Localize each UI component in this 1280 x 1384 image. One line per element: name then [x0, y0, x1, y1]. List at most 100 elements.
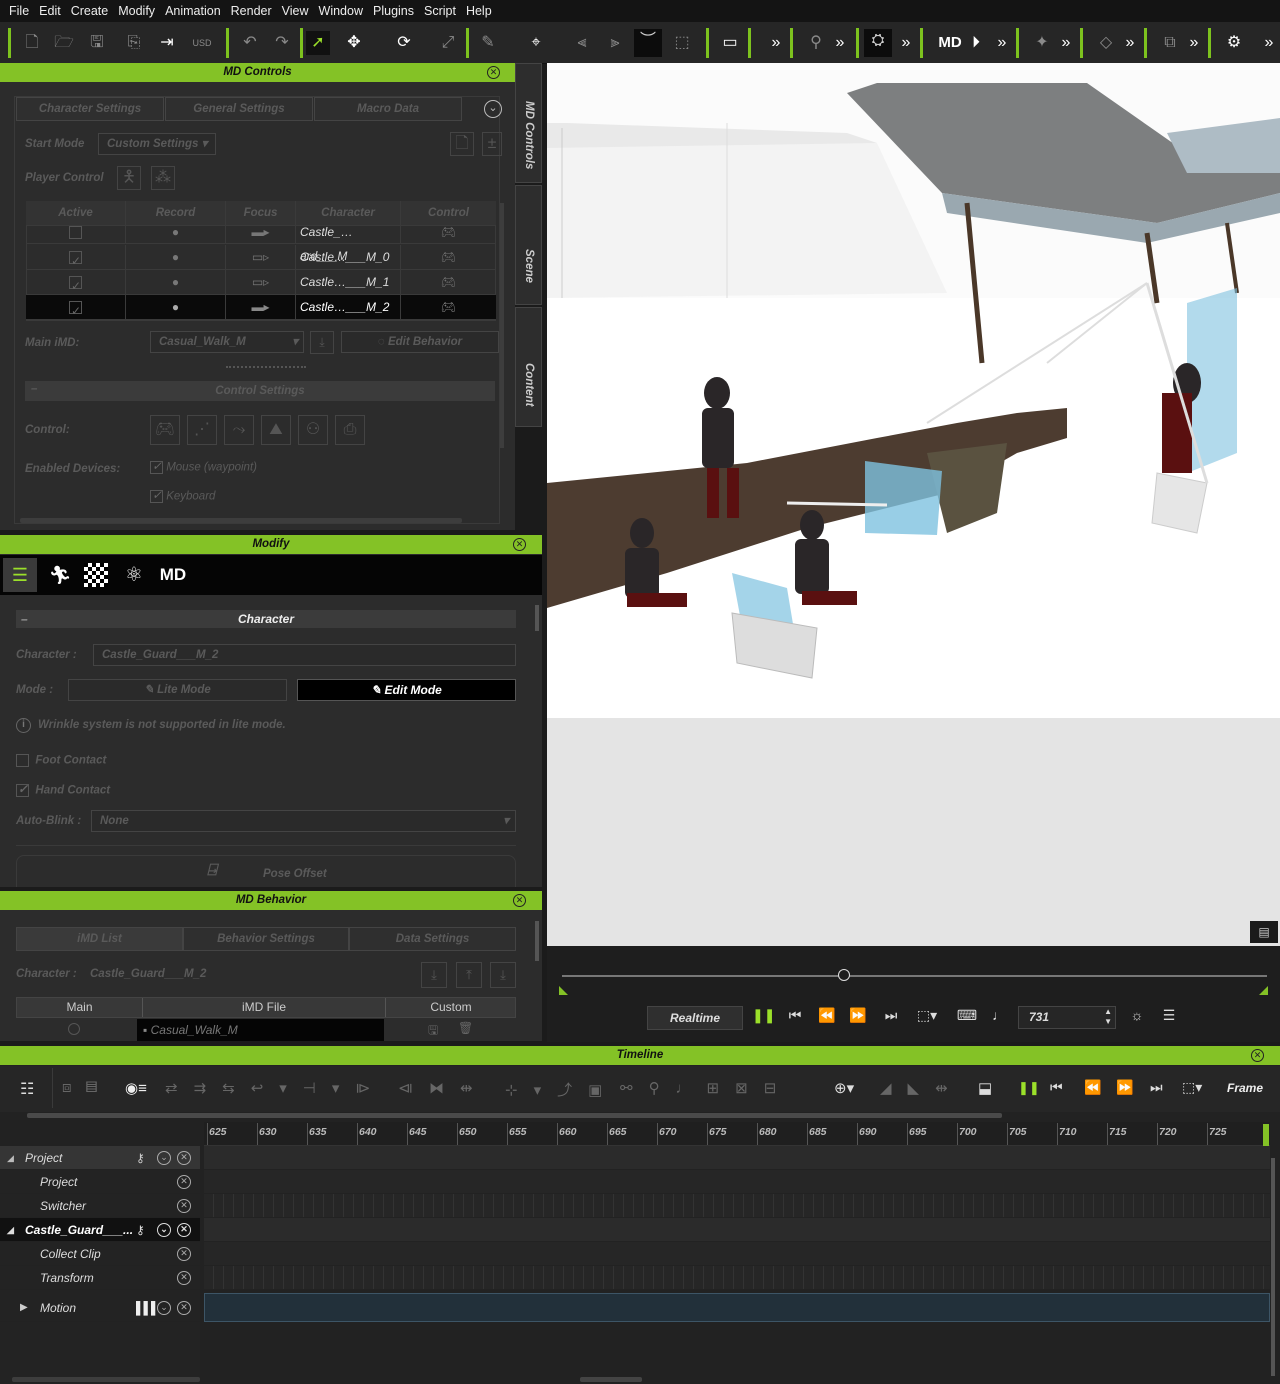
more-icon[interactable]: »: [1054, 31, 1078, 55]
gamepad-icon[interactable]: 🎮︎: [401, 245, 496, 269]
lane-castle-guard[interactable]: [204, 1218, 1270, 1241]
track-list-icon[interactable]: ☷: [20, 1079, 34, 1099]
table-row-selected[interactable]: ● ▬▸ Castle…___M_2 🎮︎: [26, 295, 496, 323]
playhead-marker[interactable]: [1263, 1124, 1269, 1146]
keyframe-icon[interactable]: ◇: [1094, 31, 1118, 55]
remove-icon[interactable]: ✕: [177, 1301, 191, 1315]
more-icon[interactable]: »: [894, 31, 918, 55]
physics-icon[interactable]: ⚲: [804, 31, 828, 55]
track-collect-clip[interactable]: Collect Clip ✕: [0, 1242, 200, 1266]
more-icon[interactable]: »: [1118, 31, 1142, 55]
track-motion[interactable]: ▶ Motion ▌▌▌ ⌄ ✕: [0, 1294, 200, 1322]
export-frame-icon[interactable]: ⬓: [978, 1079, 992, 1097]
horizontal-scrollbar[interactable]: [20, 518, 462, 523]
md-icon[interactable]: MD: [936, 31, 964, 55]
track-list-scrollbar[interactable]: [12, 1377, 200, 1382]
collapse-triangle-icon[interactable]: ◢: [7, 1146, 14, 1170]
tab-macro-data[interactable]: Macro Data: [314, 97, 462, 121]
key-icon[interactable]: ⚷: [136, 1146, 145, 1170]
menu-window[interactable]: Window: [314, 4, 368, 18]
open-file-icon[interactable]: 🗁: [52, 31, 76, 55]
panel-scrollbar[interactable]: [535, 605, 539, 631]
redo-icon[interactable]: ↷: [270, 31, 294, 55]
gamepad-icon[interactable]: 🎮︎: [401, 295, 496, 319]
audio-note-icon[interactable]: ♩: [988, 1007, 1010, 1023]
loop-icon[interactable]: ⬚▾: [1182, 1079, 1202, 1096]
tab-imd-list[interactable]: iMD List: [16, 927, 183, 951]
step-forward-icon[interactable]: ⏩: [847, 1007, 869, 1024]
path-icon[interactable]: ⤳: [224, 415, 254, 445]
undo-icon[interactable]: ↶: [238, 31, 262, 55]
table-row[interactable]: ● ▭▹ Castle…___M_1 🎮︎: [26, 270, 496, 298]
tab-data-settings[interactable]: Data Settings: [349, 927, 516, 951]
load-imd-icon[interactable]: ⤓: [310, 331, 334, 354]
active-checkbox[interactable]: [26, 295, 126, 323]
active-checkbox[interactable]: [26, 270, 126, 298]
ik-icon[interactable]: ⌖: [524, 31, 548, 55]
new-file-icon[interactable]: 🗋: [20, 31, 44, 55]
focus-camera-icon[interactable]: ▭▹: [226, 245, 296, 269]
timeline-hscroll[interactable]: [27, 1113, 1002, 1118]
align-left-icon[interactable]: ⫷: [570, 31, 594, 55]
main-radio-icon[interactable]: [68, 1023, 80, 1035]
frame-input[interactable]: 731 ▲ ▼: [1018, 1006, 1116, 1029]
record-dot-icon[interactable]: ●: [126, 270, 226, 294]
gamepad-icon[interactable]: 🎮︎: [401, 220, 496, 244]
physics-atom-icon[interactable]: ⚛: [119, 558, 149, 592]
panel-toggle-icon[interactable]: ☰: [1158, 1007, 1180, 1024]
material-icon[interactable]: [84, 563, 108, 587]
range-end-icon[interactable]: [1259, 986, 1268, 995]
active-checkbox[interactable]: [26, 245, 126, 273]
step-back-icon[interactable]: ⏪: [816, 1007, 838, 1024]
motion-puppet-icon[interactable]: ✦: [1030, 31, 1054, 55]
lane-project[interactable]: [204, 1170, 1270, 1193]
expand-triangle-icon[interactable]: ▶: [20, 1294, 28, 1322]
remove-icon[interactable]: ✕: [177, 1175, 191, 1189]
panel-scrollbar[interactable]: [500, 203, 504, 448]
tab-general-settings[interactable]: General Settings: [165, 97, 313, 121]
active-checkbox[interactable]: [26, 220, 126, 244]
options-icon[interactable]: ⌄: [157, 1151, 171, 1165]
spinner-icon[interactable]: ▲ ▼: [1104, 1007, 1112, 1027]
timeline-vscroll[interactable]: [1271, 1158, 1275, 1376]
camera-frame-icon[interactable]: ⬚: [670, 31, 694, 55]
options-icon[interactable]: ⌄: [157, 1301, 171, 1315]
options-icon[interactable]: ⌄: [157, 1223, 171, 1237]
loop-icon[interactable]: ⬚▾: [912, 1007, 942, 1024]
control-settings-header[interactable]: – Control Settings: [25, 381, 495, 401]
menu-render[interactable]: Render: [226, 4, 277, 18]
scale-icon[interactable]: ⤢: [436, 31, 460, 55]
import-icon[interactable]: ⇥: [155, 31, 179, 55]
menu-file[interactable]: File: [4, 4, 34, 18]
3d-viewport[interactable]: ▤: [547, 63, 1280, 946]
go-start-icon[interactable]: ⏮: [784, 1007, 806, 1024]
table-row[interactable]: ● ▭▹ Castle…___M_0 🎮︎: [26, 245, 496, 273]
track-project-group[interactable]: ◢ Project ⚷ ⌄ ✕: [0, 1146, 200, 1170]
more-icon[interactable]: »: [1260, 31, 1278, 55]
key-tools-icon[interactable]: ⧈▤: [62, 1079, 162, 1096]
more-icon[interactable]: »: [1182, 31, 1206, 55]
clip-tools-icon[interactable]: ⇄⇉⇆↩▾⊣▾⧐: [165, 1079, 385, 1097]
remove-icon[interactable]: ✕: [177, 1151, 191, 1165]
tab-behavior-settings[interactable]: Behavior Settings: [183, 927, 349, 951]
sequence-icon[interactable]: ⧉: [1158, 31, 1182, 55]
move-icon[interactable]: ✥: [342, 31, 366, 55]
select-icon[interactable]: ➚: [306, 31, 330, 55]
waypoint-icon[interactable]: ⋰: [187, 415, 217, 445]
more-icon[interactable]: »: [828, 31, 852, 55]
splitter-handle[interactable]: [226, 366, 306, 368]
auto-blink-dropdown[interactable]: None ▾: [91, 810, 516, 832]
imd-table-row[interactable]: ▪ Casual_Walk_M 🖫 🗑: [16, 1019, 516, 1041]
curve-tools-icon[interactable]: ⚯⚲♩⊞⊠⊟: [620, 1079, 820, 1097]
lane-transform[interactable]: [204, 1266, 1270, 1289]
gizmo-icon[interactable]: ⚙: [1222, 31, 1246, 55]
comment-icon[interactable]: ▤: [1250, 921, 1278, 943]
usd-icon[interactable]: USD: [190, 31, 214, 55]
close-icon[interactable]: ✕: [513, 538, 526, 551]
tab-character-settings[interactable]: Character Settings: [16, 97, 164, 121]
realtime-button[interactable]: Realtime: [647, 1006, 743, 1030]
motion-icon[interactable]: 🏃︎: [45, 558, 75, 592]
track-castle-guard-group[interactable]: ◢ Castle_Guard___... ⚷ ⌄ ✕: [0, 1218, 200, 1242]
eye-icon[interactable]: ︶: [634, 29, 662, 57]
foot-contact-option[interactable]: Foot Contact: [16, 754, 106, 767]
